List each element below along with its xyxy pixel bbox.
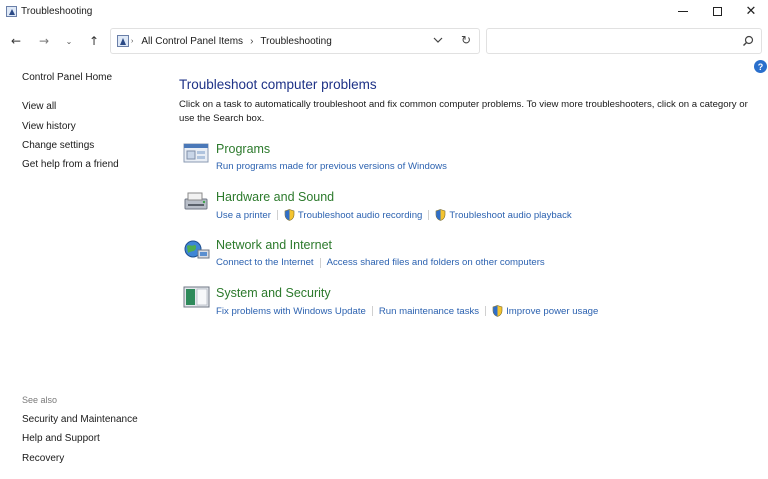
- link-troubleshoot-audio-playback[interactable]: Troubleshoot audio playback: [449, 210, 571, 221]
- close-icon: ✕: [745, 3, 757, 19]
- link-group: Troubleshoot audio recording: [284, 209, 422, 221]
- help-icon[interactable]: ?: [754, 60, 767, 73]
- page-title: Troubleshoot computer problems: [179, 77, 377, 92]
- minimize-icon: [678, 10, 688, 12]
- link-run-old-programs[interactable]: Run programs made for previous versions …: [216, 161, 447, 172]
- link-connect-internet[interactable]: Connect to the Internet: [216, 257, 314, 268]
- arrow-right-icon: →: [38, 34, 50, 48]
- refresh-button[interactable]: ↻: [461, 33, 471, 47]
- category-links: Use a printer Troubleshoot audio recordi…: [216, 209, 572, 221]
- category-links: Connect to the Internet Access shared fi…: [216, 257, 545, 268]
- category-links: Run programs made for previous versions …: [216, 161, 447, 172]
- uac-shield-icon: [436, 209, 446, 221]
- link-group: Improve power usage: [492, 305, 598, 317]
- forward-button[interactable]: →: [36, 33, 52, 49]
- network-internet-icon: [184, 240, 210, 259]
- arrow-left-icon: ←: [10, 34, 22, 48]
- window-title: Troubleshooting: [21, 5, 93, 17]
- address-bar[interactable]: › All Control Panel Items › Troubleshoot…: [110, 28, 480, 54]
- chevron-right-icon[interactable]: ›: [131, 38, 133, 45]
- page-description: Click on a task to automatically trouble…: [179, 99, 748, 124]
- category-title[interactable]: System and Security: [216, 286, 331, 300]
- window-controls: ✕: [666, 0, 768, 22]
- address-dropdown-button[interactable]: [433, 35, 443, 47]
- link-divider: [485, 306, 487, 316]
- close-button[interactable]: ✕: [734, 0, 768, 22]
- link-access-shared-files[interactable]: Access shared files and folders on other…: [327, 257, 545, 268]
- uac-shield-icon: [492, 305, 503, 317]
- breadcrumb-separator[interactable]: ›: [250, 36, 253, 47]
- link-improve-power-usage[interactable]: Improve power usage: [506, 306, 598, 317]
- sidebar-item-help-support[interactable]: Help and Support: [22, 433, 100, 444]
- sidebar-item-control-panel-home[interactable]: Control Panel Home: [22, 72, 112, 83]
- sidebar-item-view-history[interactable]: View history: [22, 121, 76, 132]
- up-button[interactable]: ↑: [86, 33, 102, 49]
- link-divider: [319, 257, 321, 268]
- category-title[interactable]: Programs: [216, 142, 270, 156]
- maximize-icon: [712, 6, 722, 16]
- chevron-down-icon: ⌄: [65, 36, 73, 46]
- search-box[interactable]: [486, 28, 762, 54]
- chevron-down-icon: [433, 37, 443, 43]
- search-icon[interactable]: [742, 35, 754, 47]
- control-panel-icon: [6, 5, 17, 17]
- control-panel-icon: [117, 35, 129, 47]
- maximize-button[interactable]: [700, 0, 734, 22]
- sidebar-item-get-help[interactable]: Get help from a friend: [22, 159, 119, 170]
- category-links: Fix problems with Windows Update Run mai…: [216, 305, 598, 317]
- hardware-sound-icon: [184, 192, 208, 210]
- sidebar-item-security-maintenance[interactable]: Security and Maintenance: [22, 414, 138, 425]
- sidebar-item-recovery[interactable]: Recovery: [22, 453, 64, 464]
- arrow-up-icon: ↑: [88, 34, 100, 48]
- recent-locations-button[interactable]: ⌄: [61, 33, 77, 49]
- link-group: Use a printer: [216, 210, 271, 221]
- navigation-bar: ← → ⌄ ↑ › All Control Panel Items › Trou…: [0, 27, 768, 55]
- link-group: Troubleshoot audio playback: [435, 209, 572, 221]
- see-also-label: See also: [22, 395, 58, 405]
- category-title[interactable]: Network and Internet: [216, 238, 332, 252]
- programs-icon: [183, 143, 209, 163]
- link-divider: [428, 210, 430, 220]
- link-use-printer[interactable]: Use a printer: [216, 210, 271, 221]
- sidebar-item-view-all[interactable]: View all: [22, 101, 56, 112]
- breadcrumb-troubleshooting[interactable]: Troubleshooting: [260, 36, 331, 47]
- refresh-icon: ↻: [460, 33, 471, 47]
- link-fix-windows-update[interactable]: Fix problems with Windows Update: [216, 306, 366, 317]
- title-bar: Troubleshooting ✕: [0, 0, 768, 22]
- breadcrumb-all-control-panel-items[interactable]: All Control Panel Items: [141, 36, 243, 47]
- category-title[interactable]: Hardware and Sound: [216, 190, 334, 204]
- uac-shield-icon: [284, 209, 295, 221]
- link-run-maintenance[interactable]: Run maintenance tasks: [379, 306, 479, 317]
- link-divider: [276, 210, 278, 220]
- link-divider: [371, 306, 373, 316]
- sidebar-item-change-settings[interactable]: Change settings: [22, 140, 94, 151]
- link-troubleshoot-audio-recording[interactable]: Troubleshoot audio recording: [298, 210, 422, 221]
- system-security-icon: [183, 286, 210, 308]
- back-button[interactable]: ←: [8, 33, 24, 49]
- minimize-button[interactable]: [666, 0, 700, 22]
